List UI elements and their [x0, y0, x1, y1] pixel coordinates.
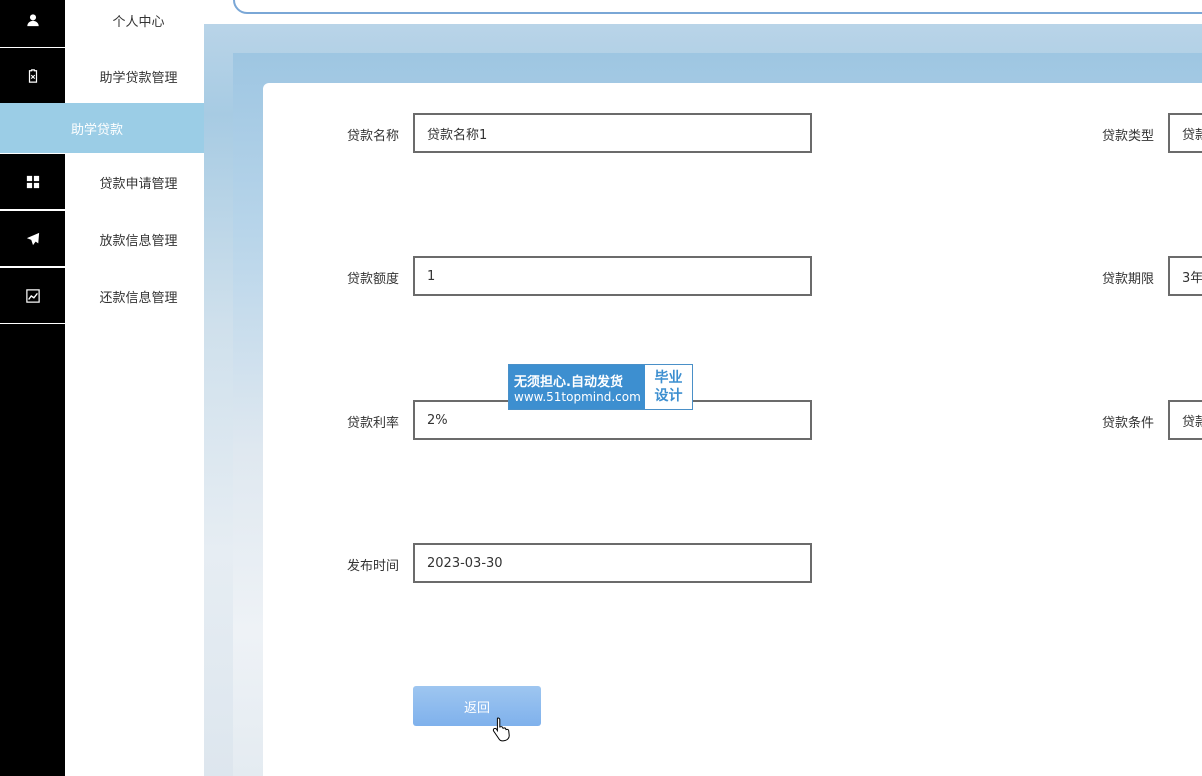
- sidebar-icon-rail: [0, 324, 65, 776]
- loan-rate-value: 2%: [427, 412, 448, 428]
- hand-cursor-icon: [492, 717, 510, 742]
- sidebar: 个人中心 助学贷款管理 助学贷款 贷款申请管理 放款信息管理 还款信息管理: [0, 0, 204, 776]
- loan-term-label: 贷款期限: [1102, 272, 1155, 287]
- watermark-right2: 设计: [654, 388, 683, 404]
- loan-term-field[interactable]: 3年: [1168, 256, 1202, 296]
- publish-time-value: 2023-03-30: [427, 555, 503, 571]
- sidebar-item-disbursement[interactable]: 放款信息管理: [0, 211, 204, 267]
- loan-type-label: 贷款类型: [1102, 129, 1155, 144]
- watermark-right: 毕业 设计: [645, 365, 692, 409]
- publish-time-field[interactable]: 2023-03-30: [413, 543, 812, 583]
- sidebar-item-label: 助学贷款: [71, 122, 124, 138]
- top-search-bar[interactable]: [233, 0, 1202, 14]
- loan-type-value: 贷款: [1182, 127, 1202, 143]
- sidebar-item-label: 个人中心: [112, 14, 165, 30]
- loan-rate-label: 贷款利率: [347, 416, 400, 431]
- chart-icon: [0, 268, 65, 324]
- loan-amount-label: 贷款额度: [347, 272, 400, 287]
- loan-name-field[interactable]: 贷款名称1: [413, 113, 812, 153]
- loan-condition-value: 贷款: [1182, 414, 1202, 430]
- sidebar-item-label: 助学贷款管理: [99, 70, 178, 86]
- sidebar-item-label: 放款信息管理: [99, 233, 178, 249]
- watermark-left: 无须担心.自动发货 www.51topmind.com: [509, 365, 645, 409]
- back-button[interactable]: 返回: [413, 686, 541, 726]
- clipboard-x-icon: [0, 48, 65, 104]
- watermark-line1: 无须担心.自动发货: [514, 374, 623, 390]
- loan-term-value: 3年: [1182, 270, 1202, 286]
- loan-condition-label: 贷款条件: [1102, 416, 1155, 431]
- paper-plane-icon: [0, 211, 65, 267]
- loan-amount-field[interactable]: 1: [413, 256, 812, 296]
- sidebar-item-repayment[interactable]: 还款信息管理: [0, 268, 204, 324]
- sidebar-item-personal-center[interactable]: 个人中心: [0, 0, 204, 48]
- watermark-line2: www.51topmind.com: [514, 389, 641, 404]
- sidebar-item-loan-management[interactable]: 助学贷款管理: [0, 48, 204, 104]
- loan-name-label: 贷款名称: [347, 129, 400, 144]
- loan-name-value: 贷款名称1: [427, 127, 488, 143]
- sidebar-item-loan-application[interactable]: 贷款申请管理: [0, 154, 204, 210]
- watermark-right1: 毕业: [654, 370, 683, 386]
- watermark-badge: 无须担心.自动发货 www.51topmind.com 毕业 设计: [508, 364, 693, 410]
- user-icon: [0, 0, 65, 48]
- loan-amount-value: 1: [427, 268, 436, 284]
- sidebar-subitem-student-loan[interactable]: 助学贷款: [0, 103, 204, 153]
- publish-time-label: 发布时间: [347, 559, 400, 574]
- grid-icon: [0, 154, 65, 210]
- loan-condition-field[interactable]: 贷款: [1168, 400, 1202, 440]
- sidebar-item-label: 还款信息管理: [99, 290, 178, 306]
- loan-type-field[interactable]: 贷款: [1168, 113, 1202, 153]
- sidebar-item-label: 贷款申请管理: [99, 176, 178, 192]
